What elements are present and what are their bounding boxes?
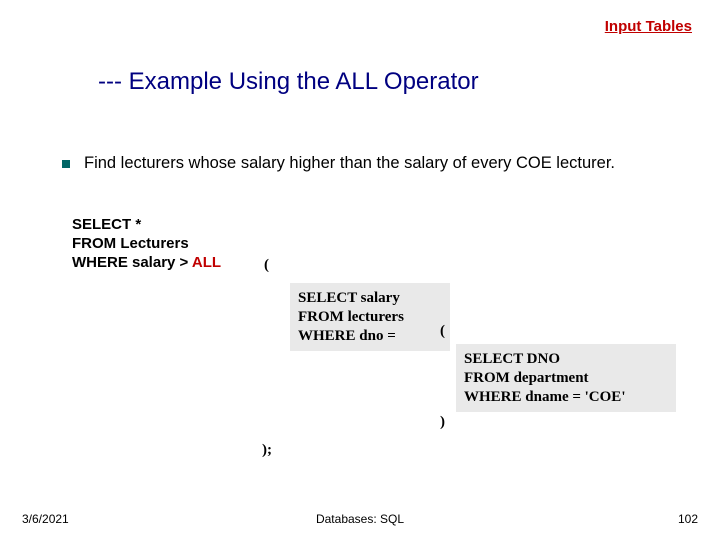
sub2-line-3: WHERE dname = 'COE' — [464, 388, 668, 407]
footer-center: Databases: SQL — [0, 512, 720, 526]
subquery-box-2: SELECT DNO FROM department WHERE dname =… — [456, 344, 676, 412]
outer-closing: ); — [262, 442, 272, 459]
bullet-icon — [62, 160, 70, 168]
code-line-3-pre: WHERE salary > — [72, 254, 192, 271]
sub1-line-3: WHERE dno = — [298, 327, 442, 346]
inner-paren-open: ( — [440, 323, 445, 340]
sub2-line-2: FROM department — [464, 369, 668, 388]
code-line-3: WHERE salary > ALL — [72, 254, 700, 273]
sub1-line-2: FROM lecturers — [298, 308, 442, 327]
footer-page-number: 102 — [678, 512, 698, 526]
sub1-line-1: SELECT salary — [298, 289, 442, 308]
slide-title: --- Example Using the ALL Operator — [98, 68, 479, 95]
bullet-row: Find lecturers whose salary higher than … — [62, 154, 700, 173]
inner-paren-close: ) — [440, 414, 445, 431]
code-block-outer: SELECT * FROM Lecturers WHERE salary > A… — [72, 216, 700, 272]
bullet-text: Find lecturers whose salary higher than … — [84, 154, 615, 172]
outer-paren-open: ( — [264, 257, 269, 274]
keyword-all: ALL — [192, 254, 221, 271]
code-line-2: FROM Lecturers — [72, 235, 700, 254]
subquery-box-1: SELECT salary FROM lecturers WHERE dno = — [290, 283, 450, 351]
input-tables-link[interactable]: Input Tables — [605, 18, 692, 35]
sub2-line-1: SELECT DNO — [464, 350, 668, 369]
slide-title-wrap: --- Example Using the ALL Operator — [98, 68, 479, 96]
code-line-1: SELECT * — [72, 216, 700, 235]
